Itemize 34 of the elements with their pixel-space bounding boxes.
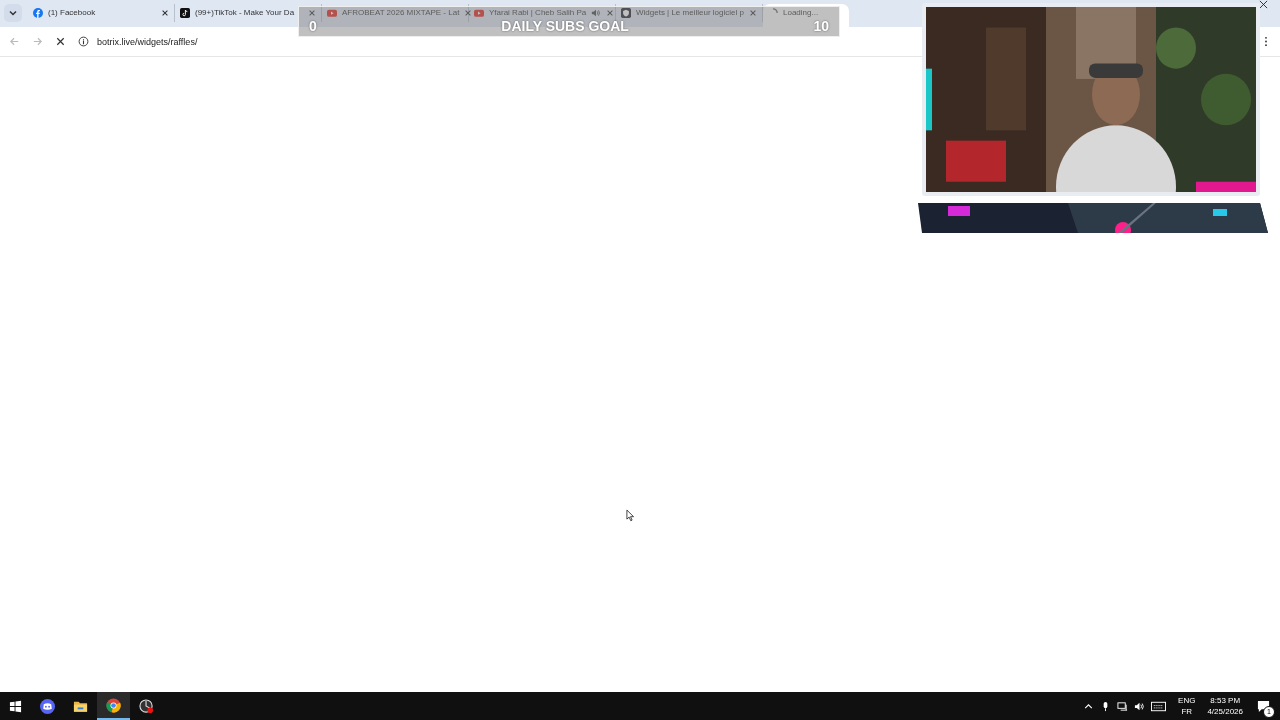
chevron-down-icon — [8, 8, 18, 18]
language-indicator[interactable]: ENG FR — [1178, 695, 1196, 717]
tab-title: (99+)TikTok - Make Your Da — [195, 8, 296, 18]
tab-title: AFROBEAT 2026 MIXTAPE - Lat — [342, 8, 460, 18]
shield-icon — [621, 8, 631, 18]
clock[interactable]: 8:53 PM 4/25/2026 — [1207, 695, 1243, 717]
info-icon — [78, 36, 89, 47]
keyboard-icon[interactable] — [1151, 700, 1167, 712]
record-app-icon — [139, 698, 154, 714]
stop-icon[interactable] — [55, 36, 66, 47]
browser-icon — [106, 697, 121, 713]
tab-title: (1) Facebook — [48, 8, 97, 18]
chat-bubble-icon — [40, 698, 55, 714]
youtube-icon — [327, 8, 337, 18]
tab-search-button[interactable] — [4, 4, 22, 22]
speaker-icon[interactable] — [1134, 700, 1146, 712]
tab-title: Widgets | Le meilleur logiciel p — [636, 8, 744, 18]
mouse-pointer-icon — [626, 509, 635, 522]
menu-icon[interactable] — [1264, 36, 1268, 47]
browser-tab[interactable]: (1) Facebook — [28, 4, 175, 22]
tab-title: Yfarai Rabi | Cheb Salih Pa — [489, 8, 587, 18]
goal-title: DAILY SUBS GOAL — [501, 19, 629, 33]
browser-tab[interactable]: (99+)TikTok - Make Your Da — [175, 4, 322, 22]
goal-current: 0 — [309, 19, 317, 33]
windows-start-icon[interactable] — [9, 699, 22, 713]
youtube-icon — [474, 8, 484, 18]
close-icon[interactable] — [161, 9, 169, 17]
tab-title: Loading... — [783, 8, 820, 18]
taskbar-app[interactable] — [97, 692, 130, 720]
network-icon[interactable] — [1117, 700, 1129, 712]
address-bar[interactable]: botrix.live/widgets/raffles/ — [78, 30, 898, 53]
tiktok-icon — [180, 8, 190, 18]
close-icon[interactable] — [1259, 0, 1268, 9]
facebook-icon — [33, 8, 43, 18]
